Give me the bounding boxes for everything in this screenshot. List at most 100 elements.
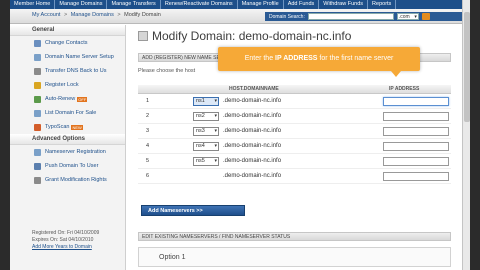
sidebar-item[interactable]: Register Lock xyxy=(10,78,125,92)
ip-address-input[interactable] xyxy=(383,111,449,121)
topnav-item[interactable]: Manage Transfers xyxy=(107,0,161,9)
ip-address-input[interactable] xyxy=(383,141,449,151)
sidebar: General Change Contacts Domain Name Serve… xyxy=(10,25,126,270)
table-row: 6 .demo-domain-nc.info xyxy=(138,169,451,184)
nameserver-table: HOST.DOMAINNAME IP ADDRESS 1 ns1 .demo-dom… xyxy=(138,85,451,184)
breadcrumb-my-account[interactable]: My Account xyxy=(32,12,60,18)
page-scrollbar[interactable] xyxy=(462,0,470,270)
table-row: 2 ns2 .demo-domain-nc.info xyxy=(138,109,451,124)
breadcrumb-current: Modify Domain xyxy=(124,12,161,18)
tooltip-suffix: for the first name server xyxy=(317,55,394,62)
domain-search: Domain Search: .com xyxy=(265,12,462,21)
sidebar-item[interactable]: Push Domain To User xyxy=(10,159,125,173)
registered-date: Registered On: Fri 04/10/2009 xyxy=(32,230,100,236)
sidebar-item-icon xyxy=(34,109,41,117)
breadcrumb: My Account > Manage Domains > Modify Dom… xyxy=(32,12,161,18)
host-select[interactable]: ns5 xyxy=(193,156,219,166)
sidebar-item-label: Push Domain To User xyxy=(45,163,99,169)
tld-select[interactable]: .com xyxy=(396,13,419,21)
ip-cell xyxy=(383,111,451,121)
row-number: 2 xyxy=(146,113,150,119)
domain-suffix: .demo-domain-nc.info xyxy=(223,143,282,149)
sidebar-item[interactable]: Grant Modification Rights xyxy=(10,173,125,187)
sidebar-item-badge: NEW xyxy=(71,124,83,130)
ip-address-input[interactable] xyxy=(383,126,449,136)
table-row: 1 ns1 .demo-domain-nc.info xyxy=(138,94,451,109)
registration-info: Registered On: Fri 04/10/2009 Expires On… xyxy=(32,230,99,251)
breadcrumb-manage-domains[interactable]: Manage Domains xyxy=(71,12,114,18)
domain-suffix: .demo-domain-nc.info xyxy=(223,98,282,104)
browser-frame: Member Home Manage Domains Manage Transfer… xyxy=(10,0,462,270)
sidebar-item[interactable]: List Domain For Sale xyxy=(10,106,125,120)
row-number: 3 xyxy=(146,128,150,134)
tooltip-arrow xyxy=(391,71,401,77)
host-select-cell: ns5 xyxy=(193,156,223,166)
sidebar-item-icon xyxy=(34,39,41,47)
sidebar-item-icon xyxy=(34,148,41,156)
option-1-panel: Option 1 xyxy=(138,247,451,267)
tooltip-prefix: Enter the xyxy=(244,55,276,62)
ip-cell xyxy=(383,126,451,136)
sidebar-item[interactable]: Change Contacts xyxy=(10,36,125,50)
ip-cell xyxy=(383,156,451,166)
host-select-cell: ns3 xyxy=(193,126,223,136)
host-select[interactable]: ns1 xyxy=(193,96,219,106)
ip-cell xyxy=(383,171,451,181)
domain-suffix: .demo-domain-nc.info xyxy=(223,173,282,179)
add-nameservers-button[interactable]: Add Nameservers >> xyxy=(141,205,245,216)
host-select-cell: ns2 xyxy=(193,111,223,121)
option-1-label: Option 1 xyxy=(159,254,186,261)
page-title-text: Modify Domain: demo-domain-nc.info xyxy=(152,29,352,43)
sidebar-item-icon xyxy=(34,53,41,61)
host-select[interactable]: ns4 xyxy=(193,141,219,151)
sidebar-item[interactable]: TypoScan NEW xyxy=(10,120,125,134)
sidebar-general-heading: General xyxy=(10,25,125,36)
domain-icon xyxy=(138,31,148,41)
topnav-item[interactable]: Member Home xyxy=(10,0,56,9)
tooltip-emphasis: IP ADDRESS xyxy=(275,55,318,62)
ip-address-input[interactable] xyxy=(383,96,449,106)
topnav-item[interactable]: Manage Profile xyxy=(238,0,284,9)
row-number: 6 xyxy=(146,173,150,179)
topnav-item[interactable]: Manage Domains xyxy=(55,0,108,9)
sidebar-item[interactable]: Domain Name Server Setup xyxy=(10,50,125,64)
sidebar-item-label: Auto-Renew xyxy=(45,96,76,102)
add-years-link[interactable]: Add More Years to Domain xyxy=(32,244,99,251)
ip-address-input[interactable] xyxy=(383,156,449,166)
domain-suffix: .demo-domain-nc.info xyxy=(223,158,282,164)
topnav-item[interactable]: Add Funds xyxy=(284,0,320,9)
domain-search-input[interactable] xyxy=(307,13,394,20)
sidebar-item[interactable]: Transfer DNS Back to Us xyxy=(10,64,125,78)
ip-cell xyxy=(383,141,451,151)
sidebar-item-icon xyxy=(34,176,41,184)
tooltip: Enter the IP ADDRESS for the first name … xyxy=(218,47,420,71)
sidebar-item-badge: OFF xyxy=(77,96,88,102)
edit-nameservers-section-header[interactable]: EDIT EXISTING NAMESERVERS / FIND NAMESER… xyxy=(138,232,451,241)
sidebar-advanced-heading: Advanced Options xyxy=(10,134,125,145)
ip-address-input[interactable] xyxy=(383,171,449,181)
row-number: 4 xyxy=(146,143,150,149)
host-select-cell: ns1 xyxy=(193,96,223,106)
breadcrumb-bar: My Account > Manage Domains > Modify Dom… xyxy=(10,9,462,24)
host-select[interactable]: ns2 xyxy=(193,111,219,121)
sidebar-item-icon xyxy=(34,67,41,75)
topnav-item[interactable]: Reports xyxy=(368,0,397,9)
breadcrumb-separator: > xyxy=(117,12,121,18)
table-row: 4 ns4 .demo-domain-nc.info xyxy=(138,139,451,154)
sidebar-item-label: TypoScan xyxy=(45,124,70,130)
host-select[interactable]: ns3 xyxy=(193,126,219,136)
choose-host-text: Please choose the host xyxy=(138,68,196,74)
sidebar-item-label: Change Contacts xyxy=(45,40,88,46)
topnav-item[interactable]: Renew/Reactivate Domains xyxy=(161,0,238,9)
sidebar-item-label: List Domain For Sale xyxy=(45,110,97,116)
topnav-item[interactable]: Withdraw Funds xyxy=(319,0,369,9)
sidebar-item[interactable]: Nameserver Registration xyxy=(10,145,125,159)
sidebar-item-label: Register Lock xyxy=(45,82,79,88)
sidebar-item[interactable]: Auto-Renew OFF xyxy=(10,92,125,106)
sidebar-item-icon xyxy=(34,95,41,103)
sidebar-item-icon xyxy=(34,123,41,131)
breadcrumb-separator: > xyxy=(63,12,68,18)
search-go-button[interactable] xyxy=(421,13,430,20)
scrollbar-thumb[interactable] xyxy=(464,12,470,122)
ip-cell xyxy=(383,96,451,106)
